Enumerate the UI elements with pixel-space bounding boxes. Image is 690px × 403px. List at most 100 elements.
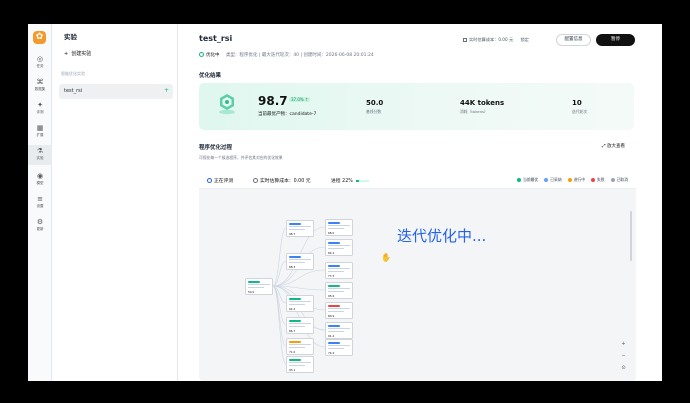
candidate-node[interactable]: 84.2 [325, 239, 353, 256]
experiment-meta: 优化中 类型：程序优化 | 最大迭代轮次：40 | 创建时间：2026-06-0… [199, 52, 374, 58]
score-change-badge: 37.0% ↑ [289, 97, 311, 102]
create-experiment-label: 创建实验 [71, 51, 92, 57]
node-text-line [328, 330, 344, 332]
candidate-node[interactable]: 77.5 [325, 262, 353, 279]
graph-edge [272, 285, 287, 365]
candidate-node[interactable]: 88.3 [286, 253, 314, 270]
rail-item-task[interactable]: ◎ 任务 [28, 55, 52, 69]
rail-item-settings[interactable]: ≡ 设置 [28, 195, 52, 209]
task-icon: ◎ [36, 55, 44, 63]
zoom-in-button[interactable]: + [619, 341, 628, 347]
node-text-line [328, 290, 344, 292]
rail-item-eval[interactable]: ✦ 评测 [28, 101, 52, 115]
process-canvas[interactable]: 正在评测 实时估算成本：0.00 元 进程 22% 当前最优 已采纳 进行中 失败 已取… [199, 171, 636, 381]
graph-scrollbar[interactable] [630, 211, 632, 261]
rail-label: 数据集 [34, 87, 46, 91]
legend-dot [567, 178, 572, 182]
node-score: 80.9 [328, 314, 335, 318]
clock-icon [207, 178, 212, 183]
candidate-node[interactable]: 86.7 [286, 317, 314, 334]
experiment-item[interactable]: test_rsi + [59, 84, 173, 99]
candidate-node[interactable]: 91.4 [325, 322, 353, 339]
candidate-node[interactable]: 80.9 [325, 302, 353, 319]
app-window: ✿ ◎ 任务 ⌘ 数据集 ✦ 评测 ▦ 扩展 ⚗ 实验 ◉ 模型 ≡ 设置 ⚙ … [28, 24, 662, 381]
node-score: 93.1 [289, 368, 296, 372]
candidate-node[interactable]: 74.2 [325, 339, 353, 356]
node-text-line [289, 364, 305, 366]
node-status-bar [289, 319, 301, 322]
rail-item-dataset[interactable]: ⌘ 数据集 [28, 78, 52, 92]
extension-icon: ▦ [36, 124, 44, 132]
progress-fill [356, 179, 360, 182]
legend-label: 当前最优 [523, 177, 539, 182]
add-icon[interactable]: + [164, 87, 169, 94]
cost-estimate[interactable]: 实时估算成本：0.00 元 锁定 [463, 37, 529, 43]
meta-text: 类型：程序优化 | 最大迭代轮次：40 | 创建时间：2026-06-08 20… [225, 53, 374, 58]
node-text-line [328, 227, 344, 229]
rail-label: 设置 [36, 204, 44, 208]
rail-item-update[interactable]: ⚙ 更新 [28, 218, 52, 232]
status-icon [199, 52, 204, 57]
node-status-bar [328, 241, 340, 244]
stat-iterations: 10 迭代轮次 [572, 99, 587, 115]
candidate-node[interactable]: 50.0 [245, 278, 273, 295]
node-text-line [289, 323, 311, 324]
node-status-bar [289, 255, 301, 258]
config-button[interactable]: 配置信息 [556, 34, 591, 46]
evaluating-label: 正在评测 [214, 179, 234, 184]
legend-item: 已采纳 [544, 177, 562, 182]
node-status-bar [289, 297, 301, 300]
rail-item-experiment[interactable]: ⚗ 实验 [28, 145, 52, 165]
node-text-line [289, 346, 305, 348]
node-text-line [289, 226, 311, 227]
fit-view-icon[interactable]: ⊙ [619, 365, 628, 371]
legend-dot [591, 178, 596, 182]
candidate-node[interactable]: 62.4 [286, 295, 314, 312]
legend-item: 当前最优 [517, 177, 538, 182]
legend-label: 失败 [597, 177, 605, 182]
hand-cursor-icon: ✋ [381, 253, 391, 262]
results-title: 优化结果 [199, 73, 222, 79]
stat-tokens: 44K tokens 消耗（tokens） [460, 99, 504, 115]
node-status-bar [328, 324, 340, 327]
rail-item-extension[interactable]: ▦ 扩展 [28, 124, 52, 138]
update-icon: ⚙ [36, 218, 44, 226]
candidate-graph[interactable]: 迭代优化中... ✋ + − ⊙ 50.0 98.7 88.3 62.4 71.0 93.… [199, 189, 636, 381]
create-experiment-button[interactable]: + 创建实验 [64, 50, 91, 57]
legend-item: 失败 [591, 177, 605, 182]
stat-label: 基线分数 [366, 109, 382, 114]
node-status-bar [328, 304, 340, 307]
node-score: 77.5 [328, 274, 335, 278]
node-score: 50.0 [248, 290, 255, 294]
rail-label: 模型 [36, 181, 44, 185]
candidate-node[interactable]: 98.7 [286, 220, 314, 237]
legend-label: 已取消 [616, 177, 628, 182]
stat-baseline: 50.0 基线分数 [366, 99, 383, 115]
candidate-node[interactable]: 95.6 [325, 282, 353, 299]
node-text-line [328, 245, 350, 246]
icon-rail: ✿ ◎ 任务 ⌘ 数据集 ✦ 评测 ▦ 扩展 ⚗ 实验 ◉ 模型 ≡ 设置 ⚙ … [28, 24, 52, 381]
node-text-line [289, 325, 305, 327]
expand-icon: ⤢ [602, 144, 606, 149]
canvas-toolbar: 正在评测 实时估算成本：0.00 元 进程 22% 当前最优 已采纳 进行中 失败 已取… [199, 171, 636, 189]
rail-item-model[interactable]: ◉ 模型 [28, 172, 52, 186]
candidate-node[interactable]: 68.0 [325, 219, 353, 236]
main-content: test_rsi 优化中 类型：程序优化 | 最大迭代轮次：40 | 创建时间：… [178, 24, 662, 381]
legend-dot [544, 178, 549, 182]
zoom-out-button[interactable]: − [619, 353, 628, 359]
node-status-bar [328, 221, 340, 224]
plus-icon: + [64, 51, 69, 57]
graph-edge [272, 260, 287, 287]
progress-label: 进程 [331, 179, 341, 184]
node-score: 84.2 [328, 251, 335, 255]
app-logo[interactable]: ✿ [33, 31, 46, 44]
enlarge-button[interactable]: ⤢ 放大查看 [602, 143, 625, 149]
toolbar-cost-label: 实时估算成本：0.00 元 [260, 179, 311, 184]
checkbox-icon[interactable] [463, 38, 467, 42]
lock-toggle[interactable]: 锁定 [521, 37, 529, 42]
results-card: 98.7 37.0% ↑ 当前最优产物：candidate-7 50.0 基线分… [199, 83, 634, 130]
candidate-node[interactable]: 71.0 [286, 338, 314, 355]
candidate-node[interactable]: 93.1 [286, 356, 314, 373]
stat-value: 50.0 [366, 99, 384, 107]
pause-button[interactable]: 暂停 [596, 34, 635, 46]
